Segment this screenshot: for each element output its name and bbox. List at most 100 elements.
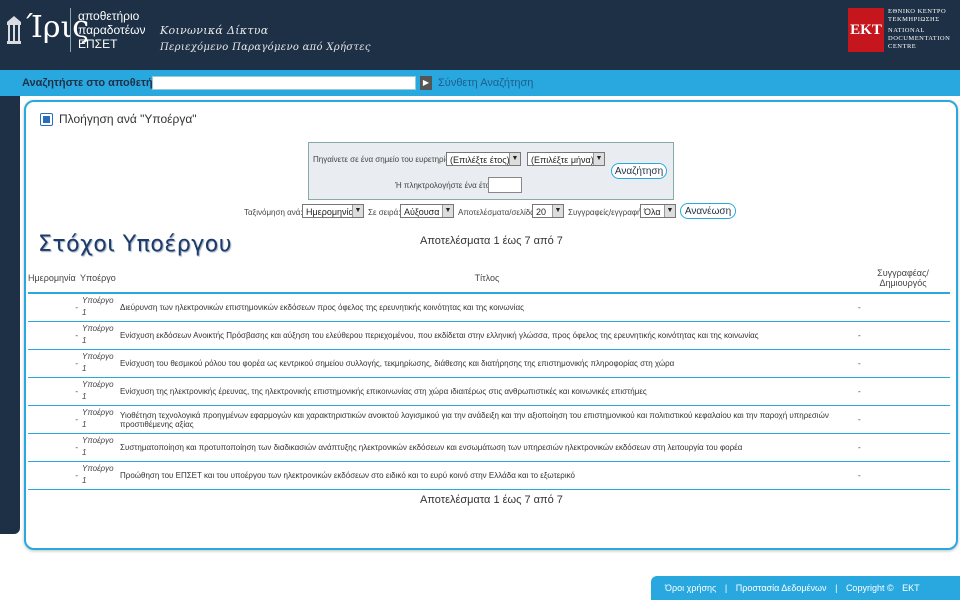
type-year-label: Ή πληκτρολογήστε ένα έτος: bbox=[395, 181, 497, 190]
row-title-link[interactable]: Ενίσχυση του θεσμικού ρόλου του φορέα ως… bbox=[118, 349, 856, 378]
row-subproject: Υποέργο 1 bbox=[80, 377, 118, 406]
search-input[interactable] bbox=[152, 76, 416, 90]
row-date: - bbox=[28, 461, 80, 490]
table-row: - Υποέργο 1 Υιοθέτηση τεχνολογικά προηγμ… bbox=[28, 405, 950, 434]
header-tagline: Κοινωνικά Δίκτυα Περιεχόμενο Παραγόμενο … bbox=[160, 22, 371, 56]
search-button[interactable]: Αναζήτηση bbox=[611, 163, 667, 179]
month-select-value: (Επιλέξτε μήνα) bbox=[531, 155, 594, 165]
play-icon: ▶ bbox=[422, 78, 430, 87]
privacy-link[interactable]: Προστασία Δεδομένων bbox=[736, 583, 827, 593]
browse-heading: Πλοήγηση ανά "Υποέργα" bbox=[40, 112, 197, 126]
row-date: - bbox=[28, 377, 80, 406]
ekt-footer-link[interactable]: ΕΚΤ bbox=[902, 583, 920, 593]
authors-per-record-label: Συγγραφείς/εγγραφή: bbox=[568, 208, 644, 217]
repository-label: αποθετήριο παραδοτέων ΕΠΣΕΤ bbox=[78, 9, 145, 51]
row-date: - bbox=[28, 321, 80, 350]
ekt-text-line: CENTRE bbox=[888, 43, 917, 50]
month-select[interactable]: (Επιλέξτε μήνα) ▼ bbox=[527, 152, 605, 166]
chevron-down-icon: ▼ bbox=[664, 205, 675, 217]
ekt-text-line: DOCUMENTATION bbox=[888, 35, 951, 42]
row-title-link[interactable]: Ενίσχυση εκδόσεων Ανοικτής Πρόσβασης και… bbox=[118, 321, 856, 350]
row-title-link[interactable]: Διεύρυνση των ηλεκτρονικών επιστημονικών… bbox=[118, 293, 856, 322]
search-label: Αναζητήστε στο αποθετήριο bbox=[22, 77, 170, 89]
results-count-top: Αποτελέσματα 1 έως 7 από 7 bbox=[420, 235, 563, 247]
row-date: - bbox=[28, 433, 80, 462]
year-input[interactable] bbox=[488, 177, 522, 193]
row-title-link[interactable]: Ενίσχυση της ηλεκτρονικής έρευνας, της η… bbox=[118, 377, 856, 406]
row-title-link[interactable]: Προώθηση του ΕΠΣΕΤ και του υποέργου των … bbox=[118, 461, 856, 490]
row-author: - bbox=[856, 293, 950, 322]
site-footer: Όροι χρήσης | Προστασία Δεδομένων | Copy… bbox=[651, 576, 960, 600]
row-subproject: Υποέργο 1 bbox=[80, 405, 118, 434]
results-per-page-value: 20 bbox=[536, 207, 547, 217]
terms-link[interactable]: Όροι χρήσης bbox=[665, 583, 716, 593]
row-author: - bbox=[856, 433, 950, 462]
col-title[interactable]: Τίτλος bbox=[118, 264, 856, 294]
sort-by-value: Ημερομηνία bbox=[306, 207, 354, 217]
sort-by-select[interactable]: Ημερομηνία ▼ bbox=[302, 204, 364, 218]
left-sidebar bbox=[0, 96, 20, 534]
col-author[interactable]: Συγγραφέας/ Δημιουργός bbox=[856, 264, 950, 294]
tagline-line-1: Κοινωνικά Δίκτυα bbox=[160, 24, 269, 37]
ekt-text-line: ΕΘΝΙΚΟ ΚΕΝΤΡΟ bbox=[888, 8, 947, 15]
col-subproject[interactable]: Υποέργο bbox=[80, 264, 118, 294]
row-subproject: Υποέργο 1 bbox=[80, 321, 118, 350]
ekt-logo-text: ΕΘΝΙΚΟ ΚΕΝΤΡΟ ΤΕΚΜΗΡΙΩΣΗΣ NATIONAL DOCUM… bbox=[888, 8, 950, 51]
table-header-row: Ημερομηνία Υποέργο Τίτλος Συγγραφέας/ Δη… bbox=[28, 264, 950, 294]
chevron-down-icon: ▼ bbox=[352, 205, 363, 217]
table-row: - Υποέργο 1 Ενίσχυση του θεσμικού ρόλου … bbox=[28, 349, 950, 378]
table-row: - Υποέργο 1 Συστηματοποίηση και προτυποπ… bbox=[28, 433, 950, 462]
browse-panel: Πλοήγηση ανά "Υποέργα" Πηγαίνετε σε ένα … bbox=[24, 100, 958, 550]
search-go-button[interactable]: ▶ bbox=[420, 76, 432, 90]
search-bar: Αναζητήστε στο αποθετήριο ▶ Σύνθετη Αναζ… bbox=[0, 70, 960, 96]
iris-logo[interactable]: Ίρις bbox=[4, 8, 89, 52]
results-per-page-select[interactable]: 20 ▼ bbox=[532, 204, 564, 218]
logo-divider bbox=[70, 8, 71, 52]
row-author: - bbox=[856, 349, 950, 378]
jump-to-box: Πηγαίνετε σε ένα σημείο του ευρετηρίου: … bbox=[308, 142, 674, 200]
browse-heading-text: Πλοήγηση ανά "Υποέργα" bbox=[59, 112, 197, 126]
refresh-button[interactable]: Ανανέωση bbox=[680, 203, 736, 219]
goals-heading: Στόχοι Υποέργου bbox=[38, 232, 232, 257]
chevron-down-icon: ▼ bbox=[552, 205, 563, 217]
row-author: - bbox=[856, 461, 950, 490]
row-date: - bbox=[28, 293, 80, 322]
footer-separator: | bbox=[724, 583, 728, 593]
row-subproject: Υποέργο 1 bbox=[80, 461, 118, 490]
authors-per-record-value: Όλα bbox=[644, 207, 661, 217]
year-select-value: (Επιλέξτε έτος) bbox=[450, 155, 510, 165]
square-bullet-icon bbox=[40, 112, 53, 126]
results-count-bottom: Αποτελέσματα 1 έως 7 από 7 bbox=[420, 494, 563, 506]
results-table: Ημερομηνία Υποέργο Τίτλος Συγγραφέας/ Δη… bbox=[28, 264, 950, 490]
footer-separator: | bbox=[835, 583, 838, 593]
chevron-down-icon: ▼ bbox=[593, 153, 604, 165]
jump-label: Πηγαίνετε σε ένα σημείο του ευρετηρίου: bbox=[313, 155, 457, 164]
table-row: - Υποέργο 1 Διεύρυνση των ηλεκτρονικών ε… bbox=[28, 293, 950, 322]
chevron-down-icon: ▼ bbox=[442, 205, 453, 217]
row-date: - bbox=[28, 405, 80, 434]
repository-label-line: αποθετήριο bbox=[78, 9, 140, 23]
ekt-logo[interactable]: ΕΚΤ bbox=[848, 8, 884, 52]
repository-label-line: παραδοτέων bbox=[78, 23, 146, 37]
row-author: - bbox=[856, 405, 950, 434]
row-date: - bbox=[28, 349, 80, 378]
row-subproject: Υποέργο 1 bbox=[80, 433, 118, 462]
col-date[interactable]: Ημερομηνία bbox=[28, 264, 80, 294]
advanced-search-link[interactable]: Σύνθετη Αναζήτηση bbox=[438, 77, 533, 89]
chevron-down-icon: ▼ bbox=[509, 153, 520, 165]
site-header: Ίρις αποθετήριο παραδοτέων ΕΠΣΕΤ Κοινωνι… bbox=[0, 0, 960, 70]
ekt-text-line: ΤΕΚΜΗΡΙΩΣΗΣ bbox=[888, 16, 940, 23]
order-label: Σε σειρά: bbox=[368, 208, 401, 217]
order-select[interactable]: Αύξουσα ▼ bbox=[400, 204, 454, 218]
row-author: - bbox=[856, 321, 950, 350]
order-value: Αύξουσα bbox=[404, 207, 440, 217]
results-per-page-label: Αποτελέσματα/σελίδα: bbox=[458, 208, 538, 217]
year-select[interactable]: (Επιλέξτε έτος) ▼ bbox=[446, 152, 521, 166]
row-title-link[interactable]: Υιοθέτηση τεχνολογικά προηγμένων εφαρμογ… bbox=[118, 405, 856, 434]
row-author: - bbox=[856, 377, 950, 406]
sort-by-label: Ταξινόμηση ανά: bbox=[244, 208, 303, 217]
row-title-link[interactable]: Συστηματοποίηση και προτυποποίηση των δι… bbox=[118, 433, 856, 462]
copyright-text: Copyright © bbox=[845, 583, 894, 593]
tagline-line-2: Περιεχόμενο Παραγόμενο από Χρήστες bbox=[160, 42, 371, 53]
authors-per-record-select[interactable]: Όλα ▼ bbox=[640, 204, 676, 218]
